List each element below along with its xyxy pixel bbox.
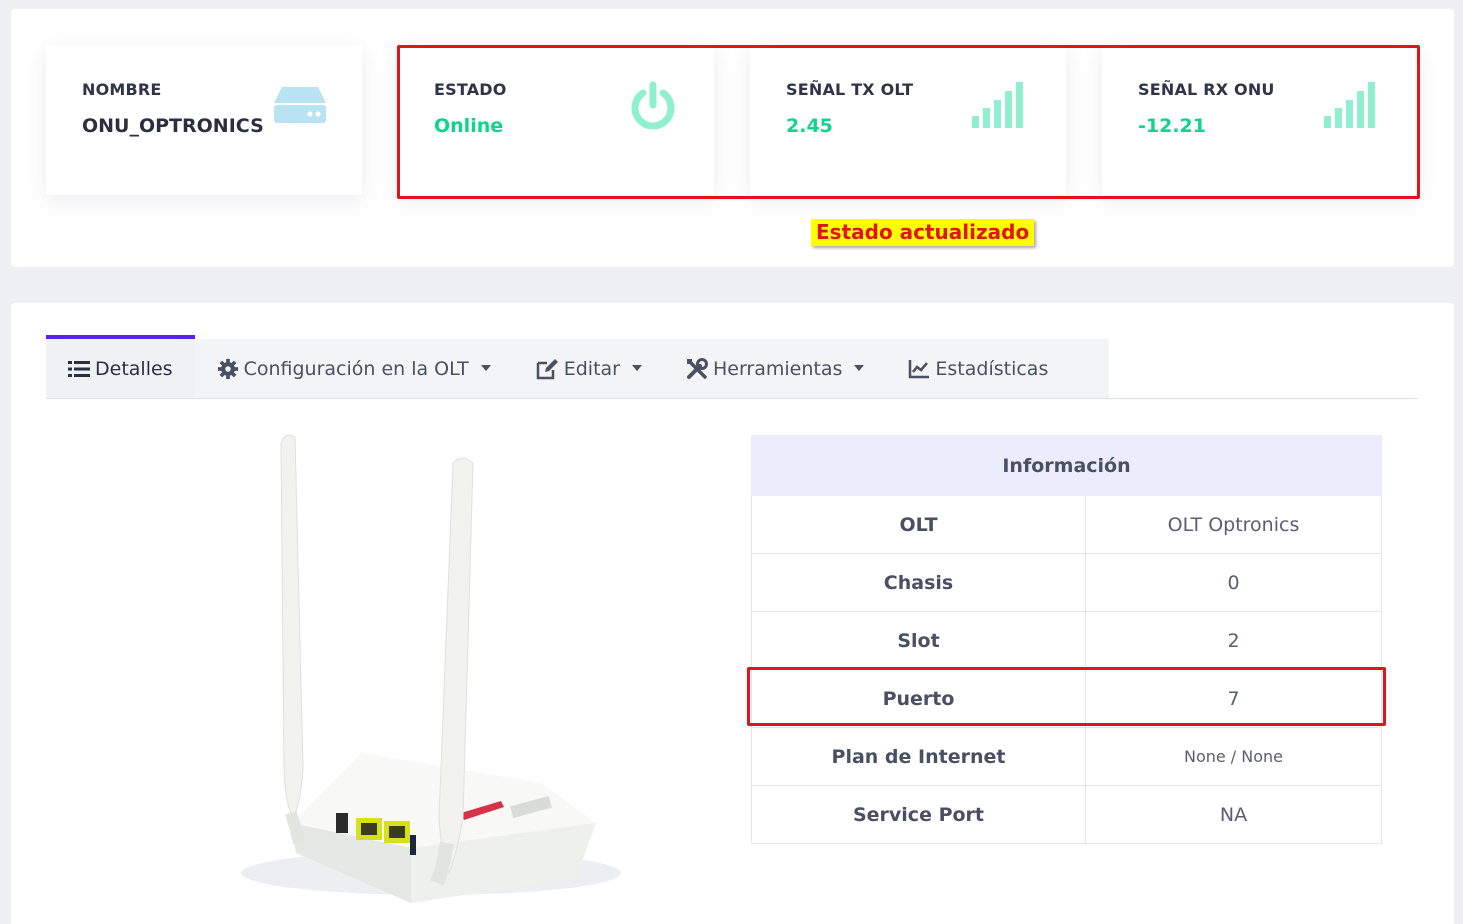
annotation-note: Estado actualizado bbox=[811, 219, 1035, 246]
chevron-down-icon bbox=[631, 364, 642, 371]
card-rx-label: SEÑAL RX ONU bbox=[1138, 80, 1275, 99]
table-row: Slot 2 bbox=[751, 611, 1382, 670]
card-estado: ESTADO Online bbox=[398, 45, 714, 195]
card-rx-value: -12.21 bbox=[1138, 115, 1206, 137]
card-nombre-label: NOMBRE bbox=[82, 80, 162, 99]
tab-detalles[interactable]: Detalles bbox=[46, 335, 195, 398]
row-value-olt: OLT Optronics bbox=[1085, 495, 1382, 554]
table-row: Service Port NA bbox=[751, 785, 1382, 844]
chevron-down-icon bbox=[854, 364, 865, 371]
row-key-slot: Slot bbox=[751, 611, 1086, 670]
tab-bar: Detalles Configuración en la OLT Editar … bbox=[46, 335, 1109, 398]
tab-herramientas[interactable]: Herramientas bbox=[664, 339, 886, 398]
tab-editar[interactable]: Editar bbox=[513, 339, 664, 398]
row-key-plan: Plan de Internet bbox=[751, 727, 1086, 786]
card-tx-value: 2.45 bbox=[786, 115, 833, 137]
table-row: Chasis 0 bbox=[751, 553, 1382, 612]
tools-icon bbox=[686, 357, 708, 379]
power-icon bbox=[631, 81, 675, 130]
row-key-puerto: Puerto bbox=[751, 669, 1086, 728]
row-value-puerto: 7 bbox=[1085, 669, 1382, 728]
tab-configuracion-label: Configuración en la OLT bbox=[243, 357, 469, 380]
table-row: Plan de Internet None / None bbox=[751, 727, 1382, 786]
list-icon bbox=[68, 360, 90, 377]
row-key-chasis: Chasis bbox=[751, 553, 1086, 612]
card-estado-label: ESTADO bbox=[434, 80, 507, 99]
row-key-service-port: Service Port bbox=[751, 785, 1086, 844]
chevron-down-icon bbox=[480, 364, 491, 371]
row-value-plan: None / None bbox=[1085, 727, 1382, 786]
signal-bars-icon bbox=[972, 82, 1023, 128]
chart-icon bbox=[909, 359, 930, 378]
tab-editar-label: Editar bbox=[563, 357, 620, 380]
status-panel: NOMBRE ONU_OPTRONICS ESTADO Online SEÑAL… bbox=[11, 9, 1454, 267]
details-panel: Detalles Configuración en la OLT Editar … bbox=[11, 303, 1454, 924]
tab-estadisticas-label: Estadísticas bbox=[935, 357, 1049, 380]
server-icon bbox=[274, 87, 326, 123]
card-senal-rx: SEÑAL RX ONU -12.21 bbox=[1102, 45, 1418, 195]
row-value-service-port: NA bbox=[1085, 785, 1382, 844]
signal-bars-icon bbox=[1324, 82, 1375, 128]
row-value-slot: 2 bbox=[1085, 611, 1382, 670]
info-table-header: Información bbox=[751, 435, 1382, 496]
edit-icon bbox=[536, 358, 558, 379]
row-key-olt: OLT bbox=[751, 495, 1086, 554]
tab-configuracion-olt[interactable]: Configuración en la OLT bbox=[195, 339, 513, 398]
card-nombre-value: ONU_OPTRONICS bbox=[82, 115, 264, 137]
tab-detalles-label: Detalles bbox=[95, 357, 173, 380]
row-value-chasis: 0 bbox=[1085, 553, 1382, 612]
info-table: Información OLT OLT Optronics Chasis 0 S… bbox=[751, 435, 1382, 844]
gear-icon bbox=[217, 358, 238, 379]
table-row: OLT OLT Optronics bbox=[751, 495, 1382, 554]
tab-herramientas-label: Herramientas bbox=[712, 357, 843, 380]
card-tx-label: SEÑAL TX OLT bbox=[786, 80, 914, 99]
card-nombre: NOMBRE ONU_OPTRONICS bbox=[46, 45, 362, 195]
card-senal-tx: SEÑAL TX OLT 2.45 bbox=[750, 45, 1066, 195]
tab-estadisticas[interactable]: Estadísticas bbox=[886, 339, 1070, 398]
onu-router-image bbox=[241, 434, 621, 903]
table-row: Puerto 7 bbox=[751, 669, 1382, 728]
card-estado-value: Online bbox=[434, 115, 504, 137]
